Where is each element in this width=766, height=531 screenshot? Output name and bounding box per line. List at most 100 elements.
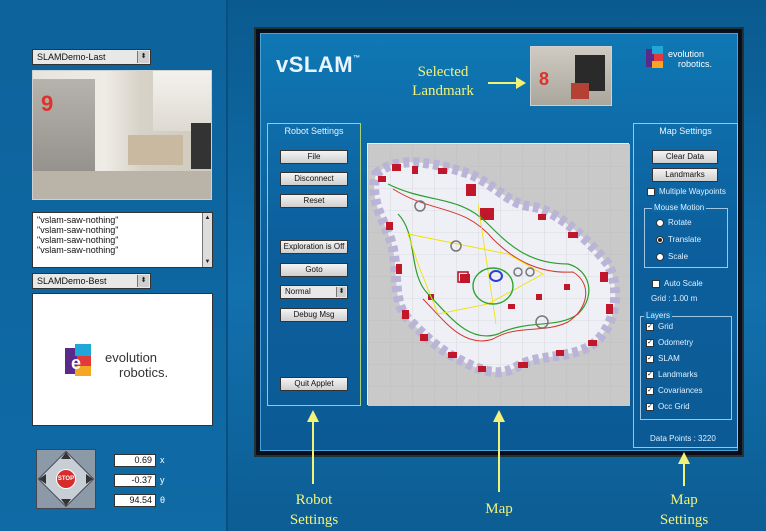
auto-scale-checkbox[interactable]: Auto Scale [652,279,703,288]
arrow-right-icon[interactable] [86,474,93,484]
layer-grid-checkbox[interactable]: ✓ Grid [646,322,673,331]
selected-landmark-callout: Selected Landmark [398,63,488,101]
camera-selector-bottom[interactable]: SLAMDemo-Best ⬍ [32,273,151,289]
chevron-updown-icon[interactable]: ⬍ [137,275,149,287]
camera-selector-bottom-value: SLAMDemo-Best [37,276,107,286]
reset-button[interactable]: Reset [280,194,348,208]
header-logo-line1: evolution [668,49,705,59]
chevron-updown-icon[interactable]: ⬍ [137,51,149,63]
camera-selector-top[interactable]: SLAMDemo-Last ⬍ [32,49,151,65]
pose-y-label: y [160,475,165,485]
checkbox[interactable]: ✓ [646,338,654,347]
map-canvas[interactable] [368,144,630,406]
grid-size-text: Grid : 1.00 m [651,294,698,303]
selected-landmark-line1: Selected [417,64,469,80]
camera-floor [33,171,211,199]
quit-applet-button[interactable]: Quit Applet [280,377,348,391]
layer-odometry-checkbox[interactable]: ✓ Odometry [646,338,693,347]
mode-select[interactable]: Normal ⬍ [280,285,348,299]
radio-rotate[interactable]: Rotate [656,218,692,227]
scroll-down-icon[interactable]: ▼ [203,257,212,267]
layer-grid-label: Grid [658,322,674,331]
app-title: vSLAM™ [276,52,361,78]
map-view[interactable] [367,143,630,406]
file-button[interactable]: File [280,150,348,164]
checkbox[interactable]: ✓ [646,322,654,331]
layer-landmarks-checkbox[interactable]: ✓ Landmarks [646,370,698,379]
landmarks-button[interactable]: Landmarks [652,168,718,182]
clear-data-button[interactable]: Clear Data [652,150,718,164]
layer-slam-checkbox[interactable]: ✓ SLAM [646,354,680,363]
header-logo-line2: robotics. [678,59,713,69]
map-callout-line [498,420,500,492]
camera-person [191,123,211,169]
selected-landmark-image: 8 [530,46,612,106]
radio-scale[interactable]: Scale [656,252,688,261]
debug-msg-button[interactable]: Debug Msg [280,308,348,322]
exploration-toggle-button[interactable]: Exploration is Off [280,240,348,254]
robot-settings-title: Robot Settings [284,126,344,136]
camera-desk [128,135,183,165]
camera-view-top: 9 [32,70,212,200]
log-line: "vslam-saw-nothing" [37,215,119,225]
pose-theta-field[interactable]: 94.54 [114,494,156,507]
pose-theta-label: θ [160,495,166,505]
disconnect-button[interactable]: Disconnect [280,172,348,186]
landmark-number-top: 9 [41,91,54,116]
radio-button[interactable] [656,235,664,244]
checkbox[interactable] [647,187,655,196]
checkbox[interactable]: ✓ [646,386,654,395]
robot-settings-callout-line2: Settings [289,512,339,528]
arrow-left-icon[interactable] [39,474,46,484]
camera-window [153,71,211,131]
log-line: "vslam-saw-nothing" [37,235,119,245]
goto-button[interactable]: Goto [280,263,348,277]
arrow-down-icon[interactable] [61,499,71,506]
arrow-up-icon [307,410,319,422]
logo-text-line2: robotics. [119,365,169,380]
arrow-up-icon[interactable] [61,452,71,459]
checkbox[interactable] [652,279,660,288]
layer-covariances-label: Covariances [658,386,703,395]
mode-select-value: Normal [285,287,311,296]
log-scrollbar[interactable]: ▲ ▼ [202,213,212,267]
header-logo-text: evolution robotics. [668,49,712,69]
checkbox[interactable]: ✓ [646,354,654,363]
multiple-waypoints-label: Multiple Waypoints [659,187,726,196]
scroll-up-icon[interactable]: ▲ [203,213,212,223]
arrow-right-icon [516,77,526,89]
trademark-symbol: ™ [353,55,361,62]
map-settings-title: Map Settings [659,126,712,136]
layer-covariances-checkbox[interactable]: ✓ Covariances [646,386,702,395]
map-settings-callout-line [683,462,685,486]
radio-button[interactable] [656,218,664,227]
camera-selector-top-value: SLAMDemo-Last [37,52,106,62]
map-settings-callout-line1: Map [670,492,698,508]
radio-translate[interactable]: Translate [656,235,701,244]
direction-pad[interactable]: STOP [36,449,96,509]
stop-button[interactable]: STOP [56,469,76,489]
map-callout: Map [485,501,513,517]
checkbox[interactable]: ✓ [646,402,654,411]
layer-occ-grid-checkbox[interactable]: ✓ Occ Grid [646,402,690,411]
mouse-motion-title: Mouse Motion [652,203,707,212]
auto-scale-label: Auto Scale [664,279,703,288]
chevron-updown-icon[interactable]: ⬍ [336,287,346,297]
logo-text: evolution robotics. [105,350,168,380]
thumbnail-object-red [571,83,589,99]
multiple-waypoints-checkbox[interactable]: Multiple Waypoints [647,187,726,196]
map-settings-callout: Map Settings [646,490,722,530]
checkbox[interactable]: ✓ [646,370,654,379]
robot-settings-callout-line1: Robot [295,492,333,508]
map-grid [368,144,630,406]
log-line: "vslam-saw-nothing" [37,245,119,255]
pose-x-field[interactable]: 0.69 [114,454,156,467]
pose-y-field[interactable]: -0.37 [114,474,156,487]
evolution-robotics-logo-icon [646,46,664,70]
camera-view-bottom: e evolution robotics. [32,293,213,426]
pose-x-label: x [160,455,165,465]
radio-button[interactable] [656,252,664,261]
selected-landmark-line2: Landmark [412,83,474,99]
message-log[interactable]: "vslam-saw-nothing" "vslam-saw-nothing" … [32,212,213,268]
layer-landmarks-label: Landmarks [658,370,698,379]
